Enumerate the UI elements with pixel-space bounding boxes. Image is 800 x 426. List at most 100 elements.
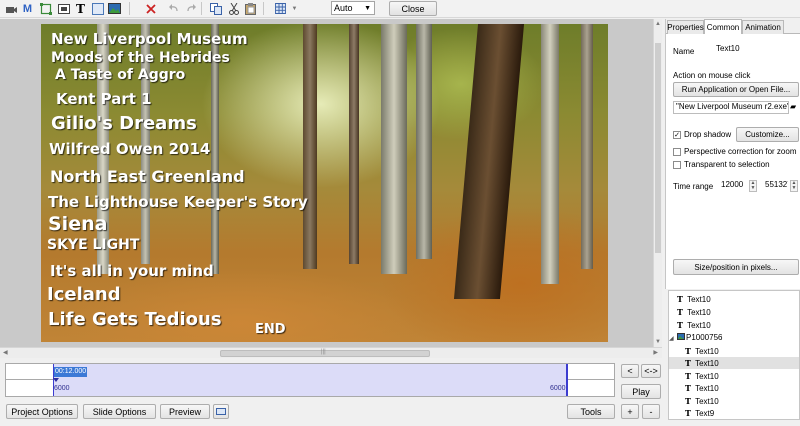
horizontal-scrollbar[interactable]: ◀ ||| ▶ [0,347,662,358]
tree-item[interactable]: T Text10 [669,370,799,382]
timeline-prev-button[interactable]: < [621,364,639,378]
preview-button[interactable]: Preview [160,404,210,419]
time-end-spinner[interactable]: ▲ ▼ [790,180,798,192]
slide-title-line[interactable]: Moods of the Hebrides [51,50,230,66]
perspective-checkbox[interactable] [673,148,681,156]
tree-item[interactable]: T Text10 [669,293,799,305]
zoom-select-value: Auto [334,3,353,13]
slide-title-line[interactable]: The Lighthouse Keeper's Story [48,193,308,211]
m-text-icon[interactable]: M [20,1,35,16]
drop-shadow-label: Drop shadow [684,130,732,139]
vertical-scrollbar[interactable]: ▲ ▼ [653,19,662,347]
vertical-scroll-thumb[interactable] [655,43,661,253]
tree-item[interactable]: T Text10 [669,319,799,331]
add-button[interactable]: + [621,404,639,419]
expand-arrow-icon[interactable]: ◢ [669,333,677,345]
tab-properties[interactable]: Properties [667,20,704,34]
redo-icon[interactable] [184,1,199,16]
tree-item[interactable]: T Text10 [669,395,799,407]
play-button[interactable]: Play [621,384,661,399]
slide-preview[interactable]: New Liverpool Museum Moods of the Hebrid… [41,24,608,342]
delete-icon[interactable] [143,1,158,16]
tree-item[interactable]: T Text10 [669,345,799,357]
perspective-label: Perspective correction for zoom [684,147,797,156]
scroll-left-icon[interactable]: ◀ [3,349,8,356]
image-frame-icon[interactable] [56,1,71,16]
fullscreen-preview-button[interactable] [213,404,229,419]
run-application-button[interactable]: Run Application or Open File... [673,82,799,97]
timeline-start-label: 6000 [54,385,70,392]
timeline-expand-button[interactable]: <-> [641,364,661,378]
transparent-checkbox[interactable] [673,161,681,169]
slide-title-line[interactable]: It's all in your mind [50,262,214,280]
tree-item[interactable]: T Text9 [669,407,799,419]
slide-title-line[interactable]: North East Greenland [50,167,245,186]
blank-frame-icon[interactable] [90,1,105,16]
time-start-spinner[interactable]: ▲ ▼ [749,180,757,192]
slide-title-line[interactable]: A Taste of Aggro [55,67,185,83]
time-range-label: Time range [673,182,714,191]
slide-title-line[interactable]: Gilio's Dreams [51,113,197,134]
tree-item-label: Text10 [687,308,711,317]
tree-item[interactable]: T Text10 [669,306,799,318]
slide-title-line[interactable]: New Liverpool Museum [51,30,248,48]
tree-item[interactable]: ◢ P1000756 [669,332,799,344]
tab-common[interactable]: Common [704,19,742,34]
time-end-field[interactable]: 551327 [762,179,789,192]
size-position-button[interactable]: Size/position in pixels... [673,259,799,275]
tree-item-selected[interactable]: T Text10 [669,357,799,369]
remove-button[interactable]: - [642,404,660,419]
slide-title-line[interactable]: Kent Part 1 [56,90,152,108]
tree-trunk-image [303,24,317,269]
time-start-field[interactable]: 12000 [718,179,748,192]
slide-title-line[interactable]: Life Gets Tedious [48,309,222,330]
rectangle-icon[interactable] [38,1,53,16]
toolbar: M T ▼ Auto ▼ Close [0,0,800,18]
name-field[interactable]: Text10 [713,43,795,56]
screen-icon [216,407,226,415]
scroll-down-icon[interactable]: ▼ [655,339,661,345]
slide-title-line[interactable]: Iceland [47,284,121,305]
zoom-select[interactable]: Auto ▼ [331,1,375,15]
scroll-up-icon[interactable]: ▲ [655,21,661,27]
drop-shadow-checkbox[interactable]: ✓ [673,131,681,139]
grid-icon[interactable] [273,1,288,16]
tree-trunk-image [381,24,407,274]
timeline-end-label: 6000 [550,385,566,392]
object-tree[interactable]: T Text10 T Text10 T Text10 ◢ P1000756 T T… [668,290,800,420]
transparent-label: Transparent to selection [684,160,770,169]
slide-options-button[interactable]: Slide Options [83,404,156,419]
tree-item-label: Text10 [695,384,719,393]
project-options-button[interactable]: Project Options [6,404,78,419]
text-object-icon: T [685,408,691,418]
paste-icon[interactable] [243,1,258,16]
text-object-icon: T [685,383,691,393]
slide-title-line[interactable]: Siena [48,213,107,235]
tree-item-label: Text10 [695,397,719,406]
picture-icon[interactable] [107,1,122,16]
scroll-right-icon[interactable]: ▶ [653,349,658,356]
timeline-current-time: 00:12.000 [54,367,88,377]
timeline-marker-icon[interactable] [53,378,59,382]
text-icon[interactable]: T [73,1,88,16]
camera-icon[interactable] [3,1,18,16]
customize-button[interactable]: Customize... [736,127,799,142]
undo-icon[interactable] [166,1,181,16]
cut-icon[interactable] [226,1,241,16]
browse-icon[interactable]: ▰ [790,102,796,111]
slide-title-line[interactable]: SKYE LIGHT [47,237,139,253]
tools-button[interactable]: Tools [567,404,615,419]
text-object-icon: T [677,307,683,317]
file-path-field[interactable]: "New Liverpool Museum r2.exe" [673,101,789,114]
tree-item-label: Text10 [695,372,719,381]
tree-trunk-image [453,24,525,299]
copy-icon[interactable] [208,1,223,16]
timeline[interactable]: 00:12.000 6000 6000 [5,363,615,397]
slide-title-line[interactable]: Wilfred Owen 2014 [49,140,210,158]
tab-animation[interactable]: Animation [742,20,784,34]
slide-end-text[interactable]: END [255,322,286,337]
timeline-object-bar[interactable] [53,364,568,396]
close-button[interactable]: Close [389,1,437,16]
tree-item[interactable]: T Text10 [669,382,799,394]
grid-dropdown-arrow-icon[interactable]: ▼ [287,1,302,16]
